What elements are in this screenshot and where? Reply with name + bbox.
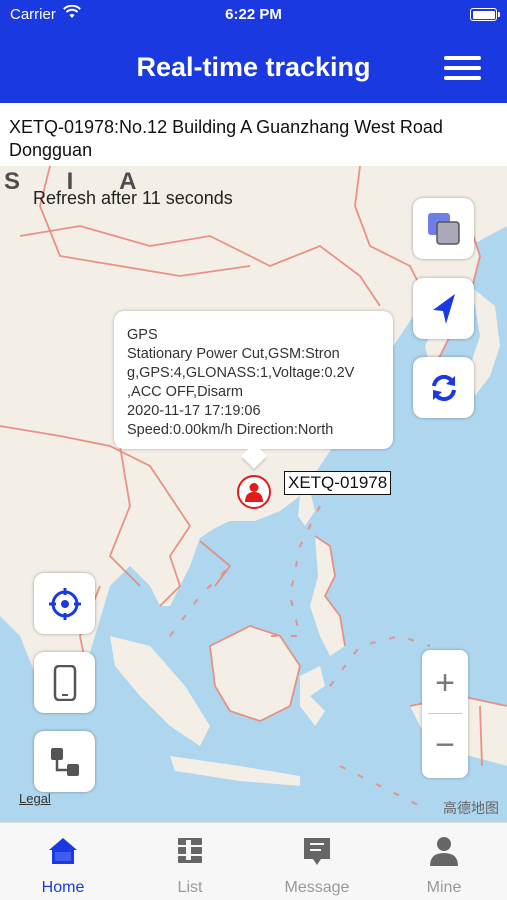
person-icon [245,483,263,502]
tab-mine[interactable]: Mine [381,823,507,900]
popup-line-speed: Speed:0.00km/h Direction:North [127,422,334,438]
map-view[interactable]: S I A Refresh after 11 seconds GPS Stati… [0,166,507,822]
navigation-button[interactable] [413,278,474,339]
tab-home[interactable]: Home [0,823,126,900]
user-icon [430,837,458,866]
status-bar: Carrier 6:22 PM [0,0,507,28]
message-icon [304,838,330,865]
refresh-button[interactable] [413,357,474,418]
device-marker[interactable] [237,475,271,509]
popup-line-acc: ,ACC OFF,Disarm [127,384,243,400]
device-switch-icon [50,747,79,776]
tab-list[interactable]: List [127,823,253,900]
device-address: XETQ-01978:No.12 Building A Guanzhang We… [0,103,507,166]
refresh-countdown: Refresh after 11 seconds [33,188,233,208]
popup-line-source: GPS [127,327,158,343]
map-attribution: 高德地图 [443,800,499,816]
device-info-popup: GPS Stationary Power Cut,GSM:Stron g,GPS… [114,311,393,469]
tab-bar: Home List Message Mine [0,822,507,900]
locate-target-icon [48,587,81,620]
popup-line-timestamp: 2020-11-17 17:19:06 [127,403,261,419]
device-switch-button[interactable] [34,731,95,792]
zoom-in-button[interactable]: + [422,658,468,708]
home-icon [49,838,77,864]
device-label: XETQ-01978 [284,471,392,495]
zoom-control: + − [422,650,468,778]
legal-link[interactable]: Legal [19,791,51,806]
locate-button[interactable] [34,573,95,634]
tab-message-label: Message [284,879,350,896]
phone-icon [53,664,76,701]
layers-button[interactable] [413,198,474,259]
page-title: Real-time tracking [136,52,371,82]
phone-location-button[interactable] [34,652,95,713]
tab-mine-label: Mine [426,879,462,896]
tab-list-label: List [177,879,203,896]
layers-icon [427,212,460,245]
refresh-icon [431,374,456,401]
tab-message[interactable]: Message [254,823,380,900]
popup-line-signals: g,GPS:4,GLONASS:1,Voltage:0.2V [127,365,355,381]
zoom-divider [428,713,462,714]
hamburger-menu-icon[interactable] [444,56,481,80]
zoom-out-button[interactable]: − [422,720,468,770]
status-time: 6:22 PM [225,6,282,23]
app-header: Carrier 6:22 PM Real-time tracking [0,0,507,103]
battery-icon [470,8,500,21]
navigation-arrow-icon [432,293,455,324]
popup-line-status: Stationary Power Cut,GSM:Stron [127,346,340,362]
list-icon [178,838,202,863]
tab-home-label: Home [41,879,85,896]
